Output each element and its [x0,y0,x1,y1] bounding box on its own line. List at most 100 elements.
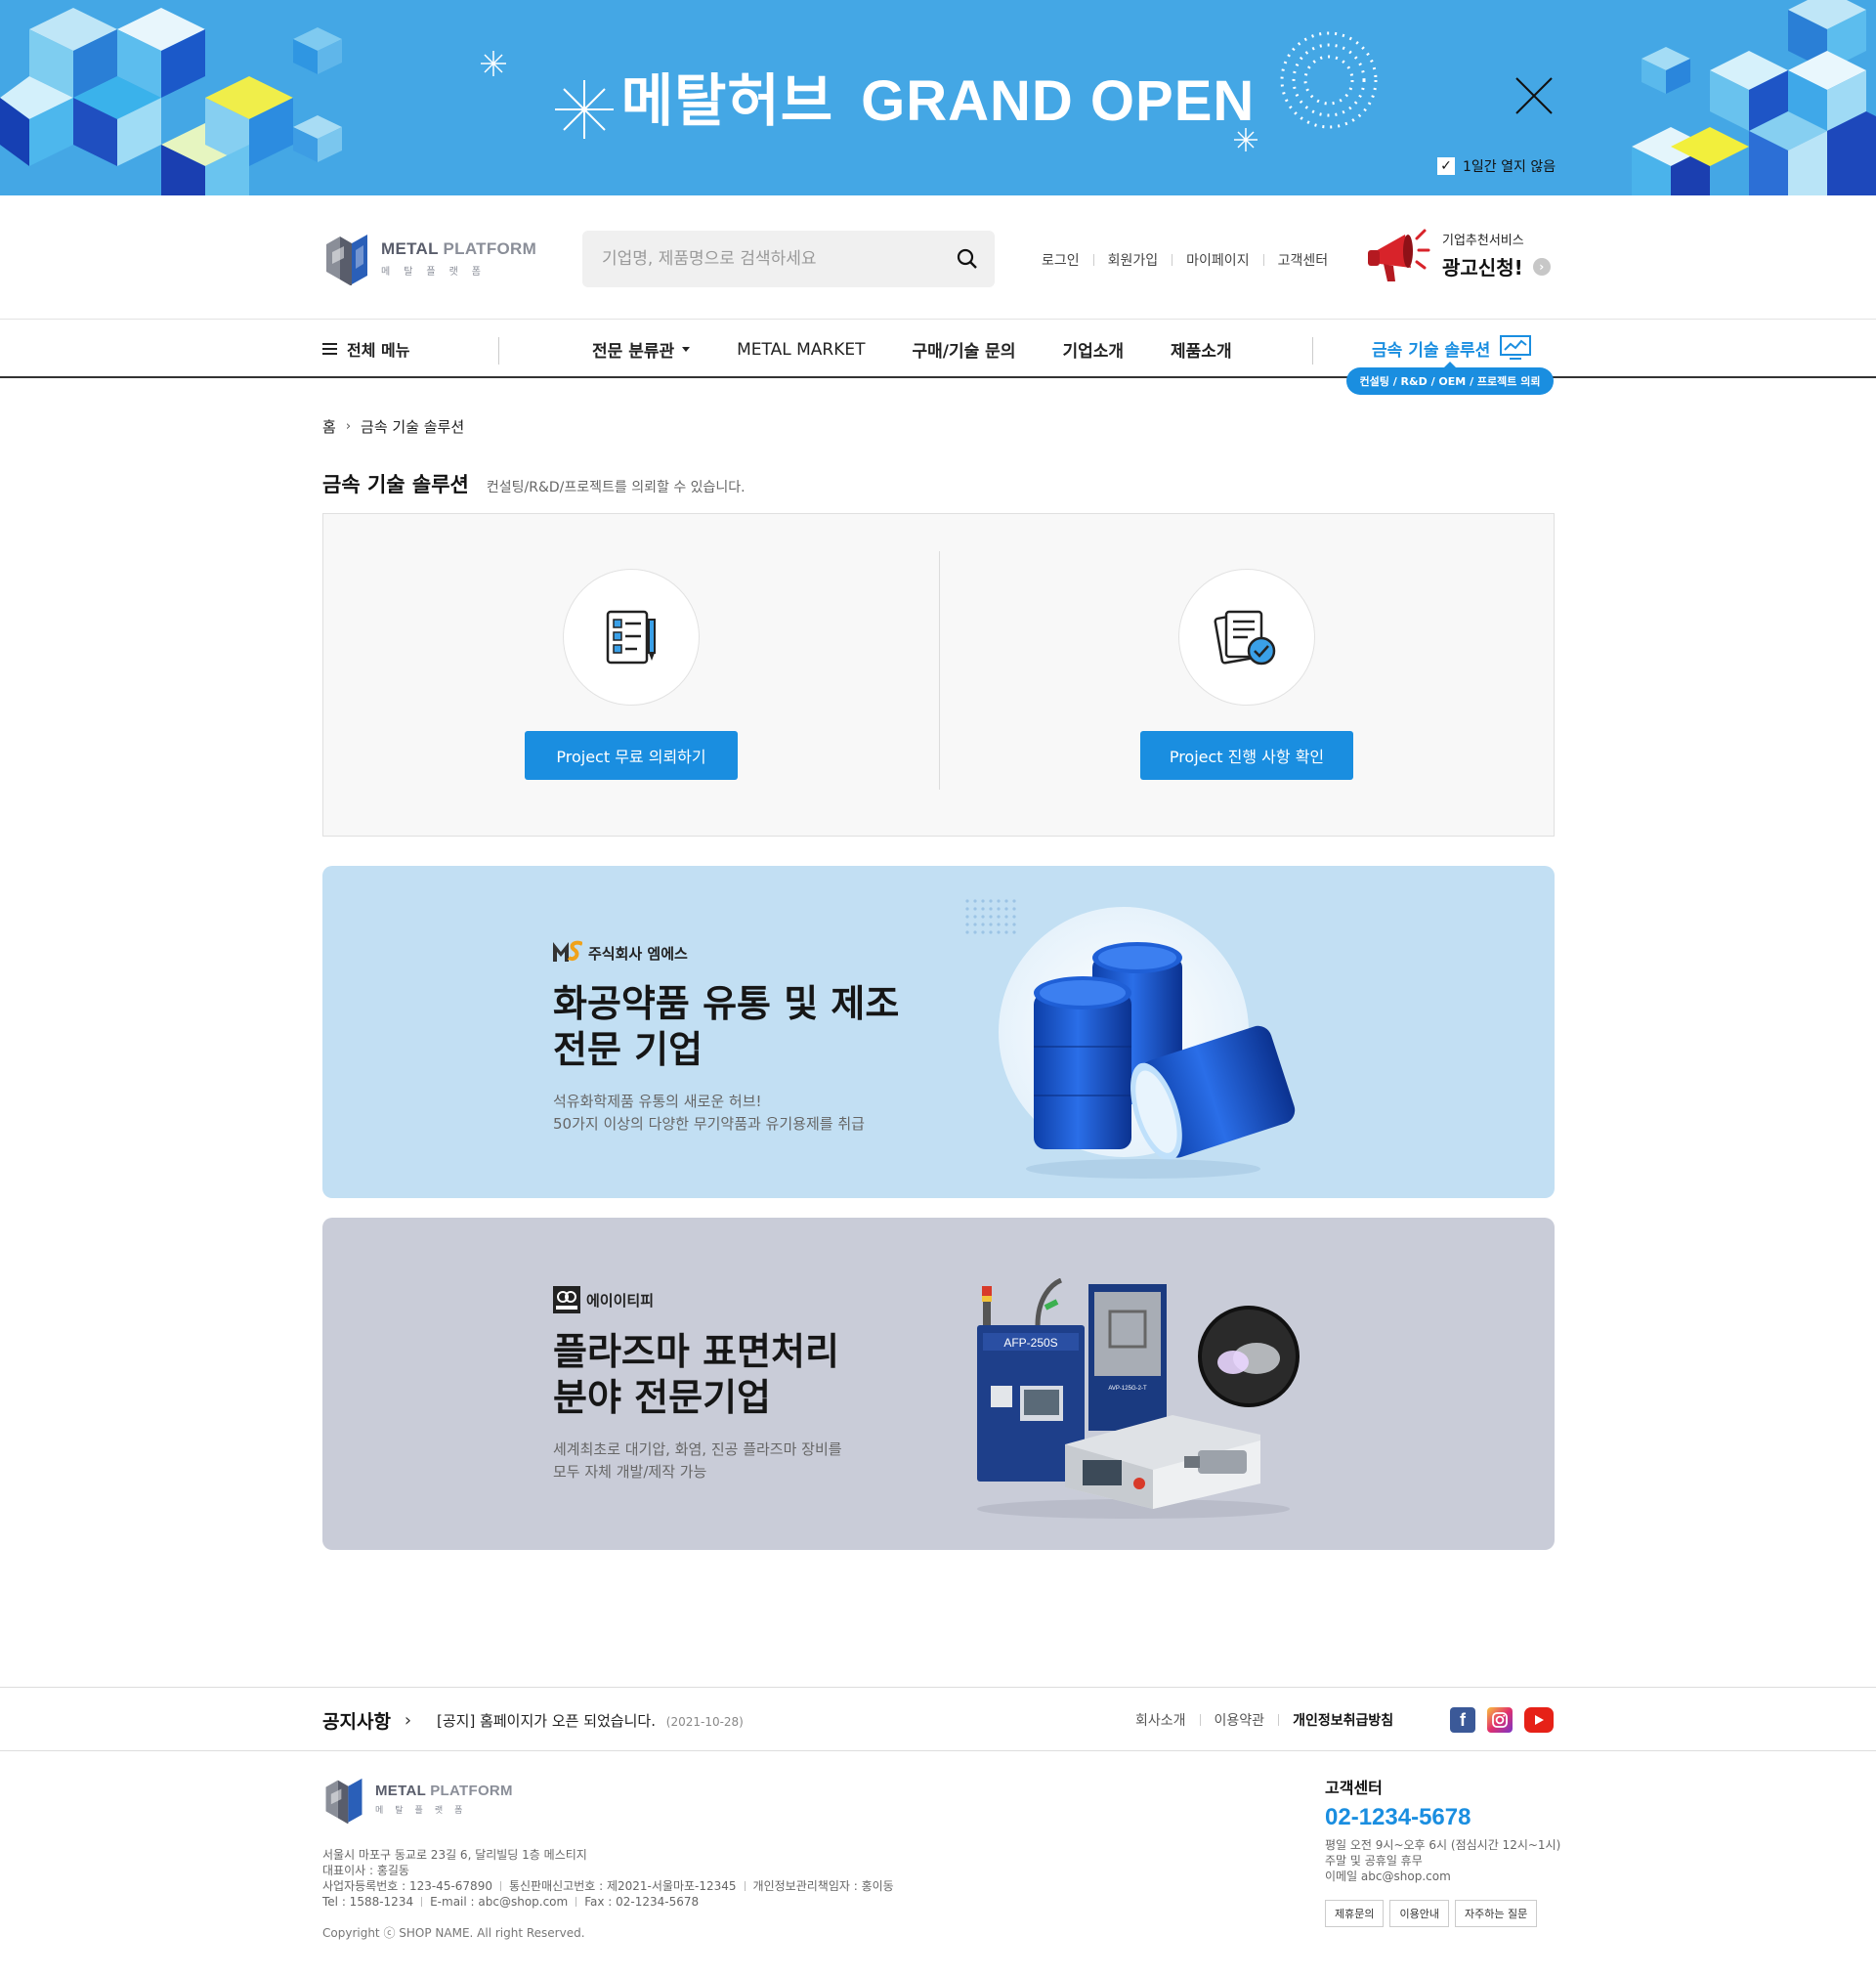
all-menu-button[interactable]: 전체 메뉴 [322,337,409,361]
company-ad-banner[interactable]: 주식회사 엠에스 화공약품 유통 및 제조 전문 기업 석유화학제품 유통의 새… [322,866,1555,1198]
company-headline-line2: 분야 전문기업 [553,1376,771,1419]
customer-center-link[interactable]: 고객센터 [1278,250,1329,270]
notice-item[interactable]: [공지] 홈페이지가 오픈 되었습니다. (2021-10-28) [437,1710,744,1731]
project-request-button[interactable]: Project 무료 의뢰하기 [525,731,738,780]
menu-category[interactable]: 전문 분류관 [592,337,691,362]
company-headline-line1: 플라즈마 표면처리 [553,1330,839,1373]
close-icon[interactable] [1514,76,1554,115]
menu-category-label: 전문 분류관 [592,342,675,362]
cs-email: 이메일 abc@shop.com [1325,1870,1451,1883]
site-logo[interactable]: METAL PLATFORM 메탈플랫폼 [322,231,536,285]
breadcrumb: 홈 › 금속 기술 솔루션 [322,416,464,437]
breadcrumb-home[interactable]: 홈 [322,416,336,437]
equipment-label-avp: AVP-125G-2-T [1108,1386,1147,1392]
project-request-panel: Project 무료 의뢰하기 Project 진행 사항 확인 [322,513,1555,837]
logo-sub: 메탈플랫폼 [381,266,494,278]
faq-button[interactable]: 자주하는 질문 [1454,1900,1538,1927]
top-promo-banner[interactable]: 메탈허브 GRAND OPEN ✓ 1일간 열지 않음 [0,0,1876,195]
notice-label[interactable]: 공지사항 › [322,1707,411,1734]
document-check-icon-circle [1178,569,1315,706]
ms-logo-icon [553,940,582,962]
search-input[interactable] [582,249,940,269]
ad-request-button[interactable]: 기업추천서비스 광고신청! › [1366,225,1551,285]
company-description-line1: 세계최초로 대기압, 화염, 진공 플라즈마 장비를 [553,1440,842,1458]
main-navigation: 전체 메뉴 전문 분류관 METAL MARKET 구매/기술 문의 기업소개 … [0,320,1876,395]
cs-hours-weekday: 평일 오전 9시~오후 6시 (점심시간 12시~1시) [1325,1838,1561,1852]
company-description: 석유화학제품 유통의 새로운 허브! 50가지 이상의 다양한 무기약품과 유기… [553,1091,865,1136]
page-description: 컨설팅/R&D/프로젝트를 의뢰할 수 있습니다. [486,480,746,495]
company-ad-banner[interactable]: 에이이티피 플라즈마 표면처리 분야 전문기업 세계최초로 대기압, 화염, 진… [322,1218,1555,1550]
divider [498,337,499,365]
company-intro-link[interactable]: 회사소개 [1135,1710,1186,1730]
footer-links: 회사소개 이용약관 개인정보취급방침 [1135,1710,1393,1730]
checklist-icon-circle [563,569,700,706]
cs-label: 고객센터 [1325,1779,1383,1797]
hamburger-icon [322,343,337,355]
sns-links: f [1450,1707,1554,1733]
menu-company[interactable]: 기업소개 [1062,337,1124,362]
chevron-right-icon: › [1532,257,1551,276]
dont-show-label: 1일간 열지 않음 [1463,159,1556,175]
plasma-equipment-image: AFP-250S AVP-125G-2-T [977,1278,1300,1519]
privacy-officer: 개인정보관리책임자 : 홍이동 [752,1879,894,1893]
partnership-button[interactable]: 제휴문의 [1325,1900,1385,1927]
dont-show-today-checkbox[interactable]: ✓ 1일간 열지 않음 [1437,156,1556,176]
logo-name: METAL PLATFORM [381,238,537,258]
checkbox-check-icon[interactable]: ✓ [1437,157,1455,175]
company-headline-line2: 전문 기업 [553,1028,704,1071]
login-link[interactable]: 로그인 [1042,250,1080,270]
company-description: 세계최초로 대기압, 화염, 진공 플라즈마 장비를 모두 자체 개발/제작 가… [553,1439,842,1483]
menu-metal-solution[interactable]: 금속 기술 솔루션 [1372,335,1532,361]
company-headline: 플라즈마 표면처리 분야 전문기업 [553,1329,839,1421]
terms-link[interactable]: 이용약관 [1215,1710,1265,1730]
company-email: E-mail : abc@shop.com [430,1895,569,1909]
company-brand: 주식회사 엠에스 [553,940,688,966]
menu-inquiry[interactable]: 구매/기술 문의 [913,337,1016,362]
facebook-icon[interactable]: f [1450,1707,1475,1733]
megaphone-icon [1368,229,1430,281]
privacy-policy-link[interactable]: 개인정보취급방침 [1293,1710,1393,1730]
copyright: Copyright ⓒ SHOP NAME. All right Reserve… [322,1926,585,1940]
promo-title-kr: 메탈허브 [620,69,834,133]
chart-monitor-icon [1500,335,1532,360]
instagram-icon[interactable] [1487,1707,1513,1733]
ad-big-text: 광고신청! [1442,256,1523,279]
solution-tooltip: 컨설팅 / R&D / OEM / 프로젝트 의뢰 [1346,362,1554,395]
youtube-icon[interactable] [1524,1707,1554,1733]
company-headline-line1: 화공약품 유통 및 제조 [553,982,900,1025]
company-fax: Fax : 02-1234-5678 [584,1895,700,1909]
promo-title: 메탈허브 GRAND OPEN [0,55,1876,137]
caret-down-icon [682,347,691,352]
company-ceo: 대표이사 : 홍길동 [322,1864,409,1877]
footer-logo[interactable]: METAL PLATFORM 메탈플랫폼 [322,1775,513,1824]
menu-product[interactable]: 제품소개 [1171,337,1232,362]
company-headline: 화공약품 유통 및 제조 전문 기업 [553,981,899,1073]
utility-links: 로그인 회원가입 마이페이지 고객센터 [1042,250,1328,270]
ad-big-label: 광고신청! › [1442,252,1551,280]
divider [1312,337,1313,365]
signup-link[interactable]: 회원가입 [1108,250,1159,270]
project-status-button[interactable]: Project 진행 사항 확인 [1140,731,1353,780]
search-bar [582,231,995,287]
divider [499,1881,501,1891]
company-brand: 에이이티피 [553,1286,654,1313]
notice-label-text: 공지사항 [322,1711,391,1733]
guide-button[interactable]: 이용안내 [1389,1900,1449,1927]
divider [744,1881,746,1891]
company-description-line2: 모두 자체 개발/제작 가능 [553,1463,707,1481]
company-brand-name: 주식회사 엠에스 [588,944,688,963]
menu-metal-market[interactable]: METAL MARKET [737,337,865,362]
company-address: 서울시 마포구 동교로 23길 6, 달리빌딩 1층 메스티지 [322,1848,587,1862]
search-button[interactable] [940,231,995,287]
mypage-link[interactable]: 마이페이지 [1186,250,1249,270]
business-number: 사업자등록번호 : 123-45-67890 [322,1879,492,1893]
divider [939,551,940,790]
cs-buttons: 제휴문의 이용안내 자주하는 질문 [1325,1900,1560,1927]
divider [1278,1714,1280,1726]
cs-phone[interactable]: 02-1234-5678 [1325,1804,1560,1831]
page-title: 금속 기술 솔루션 [322,473,469,496]
divider [1262,254,1264,266]
page-title-area: 금속 기술 솔루션 컨설팅/R&D/프로젝트를 의뢰할 수 있습니다. [322,469,746,498]
all-menu-label: 전체 메뉴 [347,341,410,360]
divider [1092,254,1094,266]
